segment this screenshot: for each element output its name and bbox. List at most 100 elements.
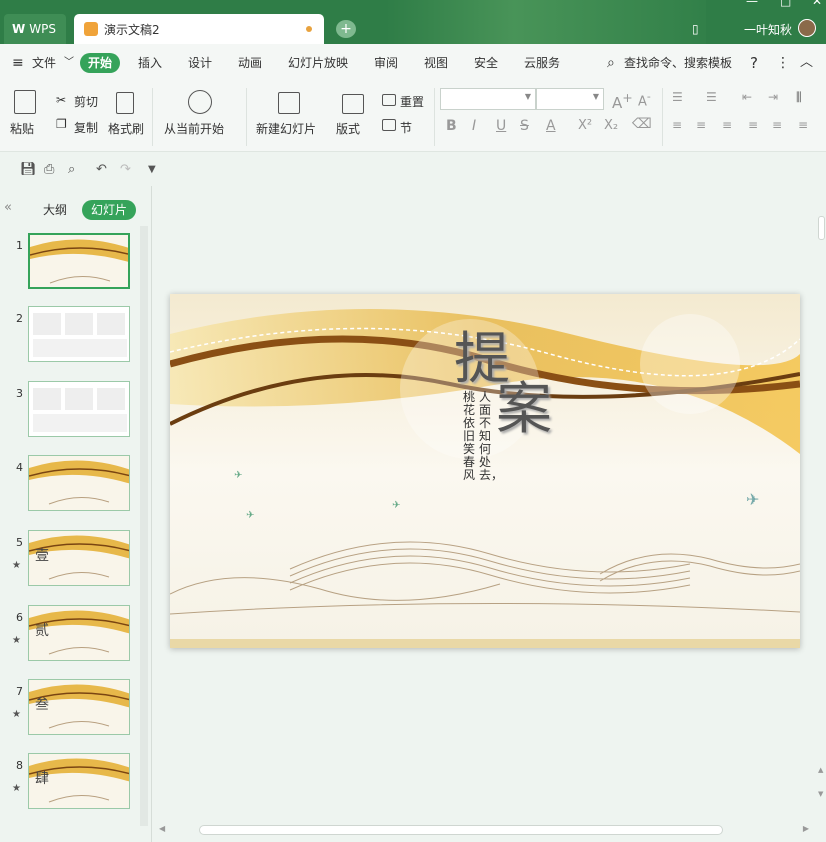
section-button[interactable]: 节	[400, 119, 412, 136]
bullets-icon[interactable]: ☰	[672, 90, 683, 104]
text-direction-icon[interactable]: ⫼	[796, 90, 802, 105]
menu-home[interactable]: 开始	[80, 53, 121, 73]
grow-font-icon[interactable]: A+	[612, 90, 633, 112]
menu-review[interactable]: 审阅	[374, 53, 398, 73]
new-tab-button[interactable]: +	[336, 20, 356, 38]
font-name-select[interactable]: ▼	[440, 88, 536, 110]
new-slide-icon[interactable]	[278, 92, 300, 114]
customize-toolbar-icon[interactable]: ▼	[148, 164, 156, 175]
command-search[interactable]: 查找命令、搜索模板	[624, 53, 732, 73]
avatar[interactable]	[798, 19, 816, 37]
slide-thumbnail[interactable]	[28, 306, 130, 362]
decrease-indent-icon[interactable]: ⇤	[742, 90, 752, 104]
copy-button[interactable]: 复制	[74, 119, 98, 136]
scroll-left-icon[interactable]: ◀	[159, 824, 165, 833]
help-button[interactable]: ?	[750, 53, 758, 73]
hamburger-icon[interactable]: ≡	[12, 53, 24, 73]
play-icon[interactable]	[188, 90, 212, 114]
title-bar-decoration	[386, 0, 706, 44]
scissors-icon[interactable]: ✂	[56, 93, 66, 107]
tablet-mode-icon[interactable]: ▯	[692, 22, 699, 36]
slide-thumbnail[interactable]	[28, 381, 130, 437]
new-slide-button[interactable]: 新建幻灯片	[256, 120, 316, 137]
strikethrough-icon[interactable]: S	[520, 118, 529, 134]
menu-design[interactable]: 设计	[188, 53, 212, 73]
paste-icon[interactable]	[14, 90, 36, 114]
from-current-button[interactable]: 从当前开始	[164, 120, 224, 137]
format-painter-icon[interactable]	[116, 92, 134, 114]
menu-cloud[interactable]: 云服务	[524, 53, 560, 73]
menu-security[interactable]: 安全	[474, 53, 498, 73]
slide-thumbnail[interactable]	[28, 455, 130, 511]
save-icon[interactable]: 💾︎	[20, 162, 37, 177]
italic-icon[interactable]: I	[472, 118, 476, 134]
cut-button[interactable]: 剪切	[74, 93, 98, 110]
increase-indent-icon[interactable]: ⇥	[768, 90, 778, 104]
slide-thumbnail[interactable]: 叁	[28, 679, 130, 735]
distribute-icon[interactable]: ≡	[772, 118, 782, 132]
collapse-ribbon-icon[interactable]: ︿	[800, 53, 813, 73]
align-right-icon[interactable]: ≡	[722, 118, 732, 132]
tab-slides[interactable]: 幻灯片	[82, 200, 137, 220]
subscript-icon[interactable]: X₂	[604, 118, 618, 133]
menu-animation[interactable]: 动画	[238, 53, 262, 73]
menu-insert[interactable]: 插入	[138, 53, 162, 73]
scroll-right-icon[interactable]: ▶	[803, 824, 809, 833]
vertical-scrollbar[interactable]: ▲ ▼	[817, 186, 826, 822]
tab-document[interactable]: 演示文稿2	[74, 14, 324, 44]
align-center-icon[interactable]: ≡	[696, 118, 706, 132]
justify-icon[interactable]: ≡	[748, 118, 758, 132]
tab-outline[interactable]: 大纲	[34, 200, 76, 220]
font-size-select[interactable]: ▼	[536, 88, 604, 110]
chevron-down-icon: ▼	[524, 92, 531, 101]
horizontal-scrollbar[interactable]: ◀ ▶	[153, 822, 817, 838]
layout-icon[interactable]	[342, 94, 364, 114]
print-preview-icon[interactable]: ⌕	[68, 162, 75, 177]
menu-file[interactable]: 文件	[32, 53, 56, 73]
user-name[interactable]: 一叶知秋	[744, 21, 792, 38]
poem-line-1[interactable]: 人面不知何处去，	[479, 391, 503, 482]
chevron-down-icon[interactable]: ﹀	[64, 53, 74, 73]
slide-1-editor[interactable]: 提 案 人面不知何处去， 桃花依旧笑春风 ✈ ✈ ✈ ✈	[170, 294, 800, 648]
numbering-icon[interactable]: ☰	[706, 90, 717, 104]
clear-format-icon[interactable]: ⌫	[632, 116, 652, 132]
search-icon[interactable]: ⌕	[607, 53, 615, 73]
copy-icon[interactable]: ❐	[56, 117, 67, 131]
paste-button[interactable]: 粘贴	[10, 120, 34, 137]
menu-view[interactable]: 视图	[424, 53, 448, 73]
maximize-button[interactable]: □	[780, 0, 791, 8]
slide-title-char-2[interactable]: 案	[496, 364, 552, 445]
collapse-panel-icon[interactable]: «	[4, 200, 12, 215]
font-color-icon[interactable]: A	[546, 118, 556, 134]
panel-scrollbar[interactable]	[140, 226, 148, 826]
redo-icon[interactable]: ↷	[120, 162, 131, 177]
scroll-down-icon[interactable]: ▼	[818, 790, 823, 798]
scroll-up-icon[interactable]: ▲	[818, 766, 823, 774]
align-left-icon[interactable]: ≡	[672, 118, 682, 132]
more-icon[interactable]: ⋮	[776, 53, 790, 73]
tab-wps-home[interactable]: W WPS	[4, 14, 66, 44]
vertical-scroll-thumb[interactable]	[818, 216, 825, 240]
close-button[interactable]: ✕	[812, 0, 822, 8]
horizontal-scroll-thumb[interactable]	[199, 825, 723, 835]
slide-thumbnail[interactable]	[28, 233, 130, 289]
format-painter-button[interactable]: 格式刷	[108, 120, 144, 137]
thumbnail-label: 肆	[35, 771, 49, 787]
shrink-font-icon[interactable]: A-	[638, 90, 651, 109]
slide-thumbnail[interactable]: 壹	[28, 530, 130, 586]
reset-button[interactable]: 重置	[400, 93, 424, 110]
undo-icon[interactable]: ↶	[96, 162, 107, 177]
underline-icon[interactable]: U	[496, 118, 506, 134]
slide-thumbnail[interactable]: 贰	[28, 605, 130, 661]
superscript-icon[interactable]: X²	[578, 118, 592, 133]
line-spacing-icon[interactable]: ≡	[798, 118, 808, 132]
menu-slideshow[interactable]: 幻灯片放映	[288, 53, 348, 73]
section-icon[interactable]	[382, 119, 396, 131]
layout-button[interactable]: 版式	[336, 120, 360, 137]
reset-icon[interactable]	[382, 94, 396, 106]
print-icon[interactable]: ⎙	[44, 162, 54, 177]
minimize-button[interactable]: —	[746, 0, 758, 8]
bold-icon[interactable]: B	[446, 118, 457, 134]
slide-thumbnail[interactable]: 肆	[28, 753, 130, 809]
poem-line-2[interactable]: 桃花依旧笑春风	[463, 391, 479, 482]
